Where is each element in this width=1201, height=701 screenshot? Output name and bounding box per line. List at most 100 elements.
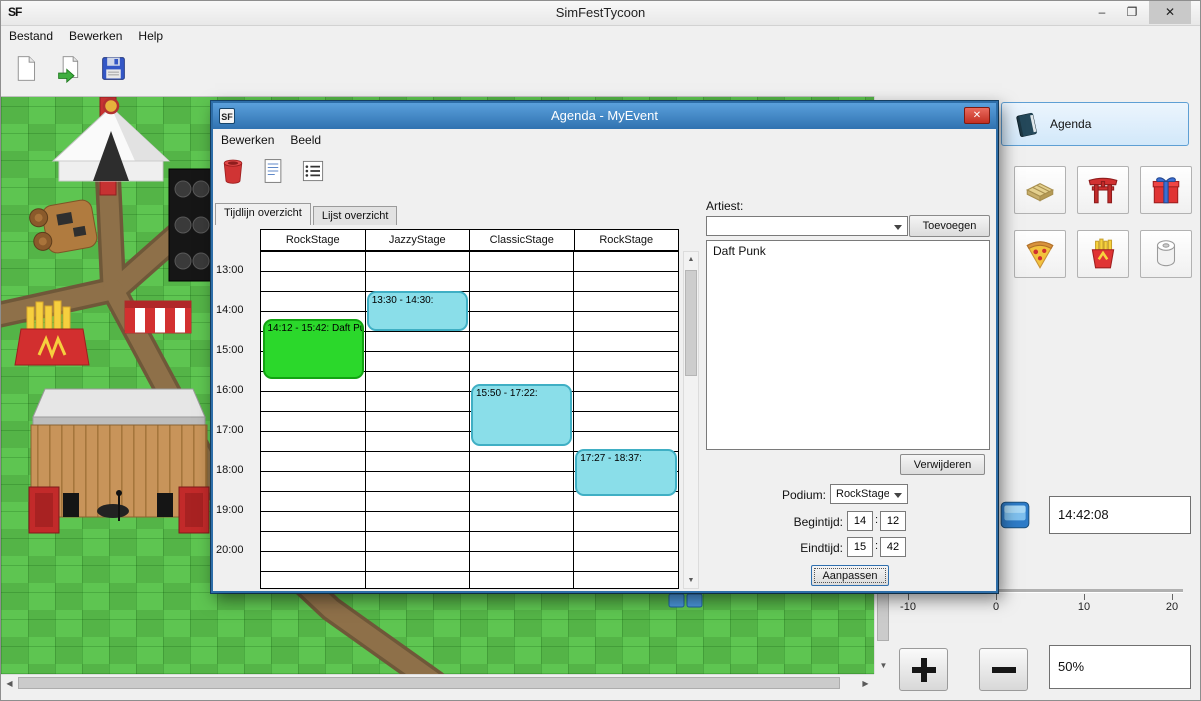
main-toolbar (7, 49, 131, 93)
menu-item-bestand[interactable]: Bestand (1, 25, 61, 47)
hscroll-thumb[interactable] (18, 677, 840, 689)
scroll-down-icon[interactable]: ▼ (684, 573, 698, 588)
apply-button[interactable]: Aanpassen (811, 565, 889, 586)
artist-list-item[interactable]: Daft Punk (707, 241, 989, 261)
end-minute-input[interactable] (880, 537, 906, 557)
shop-item-fries[interactable] (1077, 230, 1129, 278)
end-hour-input[interactable] (847, 537, 873, 557)
speaker-stack[interactable] (169, 169, 213, 281)
menubar: BestandBewerkenHelp (1, 25, 1200, 47)
time-separator: : (873, 540, 880, 552)
podium-label: Podium: (738, 488, 826, 502)
agenda-button-label: Agenda (1050, 117, 1091, 131)
dialog-title: Agenda - MyEvent (213, 108, 996, 123)
chevron-down-icon (894, 225, 902, 230)
fries-icon (1086, 237, 1120, 271)
shop-item-pizza[interactable] (1014, 230, 1066, 278)
stage-column-header: JazzyStage (365, 230, 470, 250)
window-titlebar: SF SimFestTycoon – ❐ ✕ (1, 1, 1200, 26)
agenda-event[interactable]: 14:12 - 15:42: Daft Punk (263, 319, 364, 379)
begin-hour-input[interactable] (847, 511, 873, 531)
timeline-header: RockStageJazzyStageClassicStageRockStage (260, 229, 679, 251)
shop-item-gift[interactable] (1140, 166, 1192, 214)
scroll-up-icon[interactable]: ▲ (684, 252, 698, 267)
toilet-roll-icon (1149, 237, 1183, 271)
report-button[interactable] (257, 155, 289, 187)
time-axis: 13:0014:0015:0016:0017:0018:0019:0020:00 (216, 251, 258, 589)
open-file-icon (55, 54, 84, 83)
shop-item-toilet-roll[interactable] (1140, 230, 1192, 278)
main-stage[interactable] (29, 389, 209, 533)
stage-column-header: RockStage (261, 230, 365, 250)
add-artist-button[interactable]: Toevoegen (909, 215, 990, 237)
stage-column-header: RockStage (574, 230, 679, 250)
open-file-button[interactable] (51, 49, 87, 87)
striped-stand[interactable] (125, 301, 191, 333)
scroll-left-icon[interactable]: ◀ (1, 675, 18, 692)
agenda-event[interactable]: 17:27 - 18:37: (575, 449, 676, 496)
zoom-out-button[interactable] (979, 648, 1028, 691)
list-view-icon (299, 157, 327, 185)
artist-select[interactable] (706, 216, 908, 236)
begin-time-label: Begintijd: (733, 515, 843, 529)
chevron-down-icon (894, 493, 902, 498)
plus-icon (921, 658, 927, 682)
scrollbar-corner (874, 674, 891, 691)
zoom-in-button[interactable] (899, 648, 948, 691)
dialog-menubar: BewerkenBeeld (213, 129, 996, 151)
timeline-scrollbar[interactable]: ▲ ▼ (683, 251, 699, 589)
new-file-button[interactable] (7, 49, 43, 87)
timeline-grid[interactable]: 14:12 - 15:42: Daft Punk13:30 - 14:30: 15… (260, 251, 679, 589)
end-time-label: Eindtijd: (733, 541, 843, 555)
slider-tick-label: 0 (979, 601, 1013, 613)
column-divider (365, 251, 366, 588)
map-mini-icons[interactable] (669, 594, 702, 607)
remove-artist-button[interactable]: Verwijderen (900, 454, 985, 475)
map-horizontal-scrollbar[interactable]: ◀ ▶ (1, 674, 874, 691)
menu-item-bewerken[interactable]: Bewerken (61, 25, 130, 47)
shop-item-torii-gate[interactable] (1077, 166, 1129, 214)
entrance-tent[interactable] (53, 97, 169, 195)
minus-icon (992, 667, 1016, 673)
agenda-book-icon (1012, 110, 1041, 142)
time-label: 19:00 (216, 504, 244, 516)
delete-button[interactable] (217, 155, 249, 187)
pallet-icon (1023, 173, 1057, 207)
close-button[interactable]: ✕ (1149, 1, 1191, 24)
begin-minute-input[interactable] (880, 511, 906, 531)
time-label: 16:00 (216, 384, 244, 396)
dialog-close-button[interactable]: ✕ (964, 107, 990, 124)
dialog-menu-item-beeld[interactable]: Beeld (282, 129, 329, 151)
scroll-right-icon[interactable]: ▶ (857, 675, 874, 692)
timeline-scroll-thumb[interactable] (685, 270, 697, 376)
agenda-event[interactable]: 15:50 - 17:22: (471, 384, 572, 445)
maximize-button[interactable]: ❐ (1117, 1, 1147, 24)
tab-lijst-overzicht[interactable]: Lijst overzicht (313, 206, 398, 225)
screen-icon (998, 497, 1032, 533)
shop-item-grid (1014, 166, 1194, 278)
column-divider (469, 251, 470, 588)
picnic-table[interactable] (28, 199, 98, 257)
podium-select[interactable]: RockStage (830, 484, 908, 504)
slider-tick-label: 20 (1155, 601, 1189, 613)
list-view-button[interactable] (297, 155, 329, 187)
dialog-menu-item-bewerken[interactable]: Bewerken (213, 129, 282, 151)
dialog-toolbar (217, 155, 329, 189)
agenda-event[interactable]: 13:30 - 14:30: (367, 291, 468, 331)
artist-listbox[interactable]: Daft Punk (706, 240, 990, 450)
artist-label: Artiest: (706, 199, 743, 213)
minimize-button[interactable]: – (1087, 1, 1117, 24)
agenda-dialog: SF Agenda - MyEvent ✕ BewerkenBeeld Tijd… (211, 101, 998, 593)
zoom-display: 50% (1049, 645, 1191, 689)
stage-column-header: ClassicStage (469, 230, 574, 250)
application-window: SF SimFestTycoon – ❐ ✕ BestandBewerkenHe… (0, 0, 1201, 701)
save-button[interactable] (95, 49, 131, 87)
dialog-titlebar[interactable]: SF Agenda - MyEvent ✕ (213, 103, 996, 129)
scroll-down-icon[interactable]: ▼ (875, 657, 892, 674)
tab-tijdlijn-overzicht[interactable]: Tijdlijn overzicht (215, 203, 311, 225)
menu-item-help[interactable]: Help (130, 25, 171, 47)
agenda-button[interactable]: Agenda (1001, 102, 1189, 146)
time-separator: : (873, 514, 880, 526)
shop-item-pallet[interactable] (1014, 166, 1066, 214)
slider-tick (908, 594, 909, 600)
